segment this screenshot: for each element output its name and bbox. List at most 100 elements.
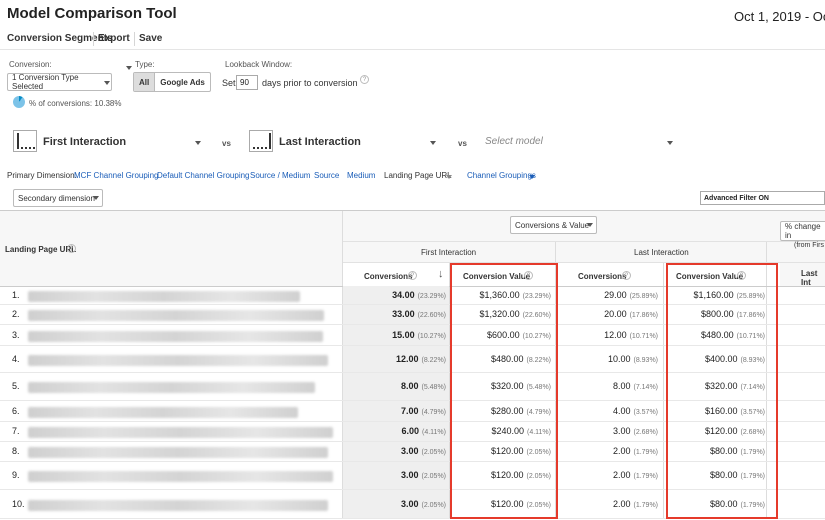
blurred-landing-url[interactable]: [28, 354, 328, 366]
group-last-interaction-short: Last Int: [801, 269, 818, 287]
blurred-landing-url[interactable]: [28, 427, 333, 438]
channel-groupings-caret-icon[interactable]: [529, 175, 535, 179]
change-select-label: % change in: [785, 222, 821, 240]
last-conversions-cell: 20.00 (17.86%): [604, 309, 658, 319]
last-interaction-model-icon: [249, 130, 273, 152]
primary-dimension-label: Primary Dimension:: [7, 171, 77, 180]
conversion-segments-button[interactable]: Conversion Segments: [7, 33, 113, 44]
first-conversions-cell: 12.00 (8.22%): [395, 353, 446, 364]
type-label: Type:: [135, 60, 155, 69]
first-interaction-model-icon: [13, 130, 37, 152]
last-conversions-cell: 2.00 (1.79%): [612, 498, 658, 509]
date-range-selector[interactable]: Oct 1, 2019 - Oct: [734, 9, 825, 24]
last-conversions-cell: 3.00 (2.68%): [612, 426, 658, 436]
save-button[interactable]: Save: [139, 33, 162, 44]
dim-source-medium[interactable]: Source / Medium: [250, 171, 310, 180]
group-first-interaction: First Interaction: [421, 248, 477, 257]
dim-source[interactable]: Source: [314, 171, 339, 180]
last-conversions-cell: 29.00 (25.89%): [604, 289, 658, 300]
conversion-type-select[interactable]: 1 Conversion Type Selected: [7, 73, 112, 91]
row-index: 9.: [12, 470, 20, 480]
last-conversions-cell: 4.00 (3.57%): [612, 405, 658, 416]
row-index: 7.: [12, 426, 20, 436]
advanced-filter-indicator[interactable]: Advanced Filter ON: [700, 191, 825, 205]
first-conversions-cell: 3.00 (2.05%): [400, 498, 446, 509]
type-google-ads-button[interactable]: Google Ads: [155, 73, 210, 91]
blurred-landing-url[interactable]: [28, 499, 328, 511]
first-conversions-cell: 7.00 (4.79%): [400, 405, 446, 416]
last-conversions-cell: 8.00 (7.14%): [612, 381, 658, 391]
first-conversions-cell: 3.00 (2.05%): [400, 446, 446, 456]
landing-dim-caret-icon[interactable]: [446, 175, 452, 179]
first-model-caret-icon[interactable]: [195, 141, 201, 145]
third-model-caret-icon[interactable]: [667, 141, 673, 145]
toolbar: Conversion Segments Export Save: [0, 29, 825, 70]
page-title: Model Comparison Tool: [7, 5, 177, 22]
last-value-highlight: [666, 263, 778, 519]
first-conversions-cell: 34.00 (23.29%): [392, 289, 446, 300]
lookback-set-label: Set: [222, 78, 236, 88]
row-index: 6.: [12, 405, 20, 416]
export-button[interactable]: Export: [98, 33, 130, 44]
group-last-interaction: Last Interaction: [634, 248, 689, 257]
dim-default-channel-grouping[interactable]: Default Channel Grouping: [157, 171, 250, 180]
sort-desc-icon[interactable]: ↓: [438, 268, 444, 280]
col-last-conversions[interactable]: Conversions: [578, 272, 626, 281]
blurred-landing-url[interactable]: [28, 382, 315, 393]
lookback-help-icon[interactable]: ?: [360, 75, 369, 84]
blurred-landing-url[interactable]: [28, 406, 298, 418]
first-conv-help-icon[interactable]: ?: [408, 271, 417, 280]
first-conversions-cell: 15.00 (10.27%): [392, 329, 446, 340]
last-conversions-cell: 2.00 (1.79%): [612, 446, 658, 456]
row-index: 5.: [12, 381, 20, 391]
last-conv-help-icon[interactable]: ?: [622, 271, 631, 280]
col-landing-page-url[interactable]: Landing Page URL: [5, 245, 76, 254]
secondary-dimension-label: Secondary dimension: [18, 193, 95, 203]
row-index: 10.: [12, 498, 25, 509]
vs-label-2: vs: [458, 139, 467, 148]
dim-medium[interactable]: Medium: [347, 171, 375, 180]
conversion-type-value: 1 Conversion Type Selected: [12, 73, 79, 91]
col-first-conversions[interactable]: Conversions: [364, 272, 412, 281]
landing-help-icon[interactable]: ?: [67, 244, 76, 253]
secondary-caret-icon: [93, 196, 99, 200]
lookback-days-input[interactable]: 90: [236, 75, 258, 90]
lookback-label: Lookback Window:: [225, 60, 293, 69]
type-all-button[interactable]: All: [134, 73, 156, 91]
last-conversions-cell: 2.00 (1.79%): [612, 470, 658, 480]
pct-conversions: % of conversions: 10.38%: [29, 99, 122, 108]
change-select[interactable]: % change in: [780, 221, 825, 241]
row-index: 4.: [12, 353, 20, 364]
dim-landing-page-url[interactable]: Landing Page URL: [384, 171, 452, 180]
first-conversions-cell: 6.00 (4.11%): [401, 426, 446, 436]
blurred-landing-url[interactable]: [28, 447, 328, 458]
conversion-caret-icon: [104, 81, 110, 85]
metric-select[interactable]: Conversions & Value: [510, 216, 597, 234]
dim-channel-groupings[interactable]: Channel Groupings: [467, 171, 536, 180]
first-model-name[interactable]: First Interaction: [43, 136, 126, 148]
conversion-share-pie-icon: [13, 96, 25, 108]
last-model-name[interactable]: Last Interaction: [279, 136, 361, 148]
change-sub-label: (from Firs: [794, 242, 824, 249]
row-index: 3.: [12, 329, 20, 340]
first-value-highlight: [450, 263, 558, 519]
dim-mcf-channel-grouping[interactable]: MCF Channel Grouping: [74, 171, 158, 180]
secondary-dimension-select[interactable]: Secondary dimension: [13, 189, 103, 207]
select-model-placeholder[interactable]: Select model: [485, 136, 543, 147]
first-conversions-cell: 33.00 (22.60%): [392, 309, 446, 319]
row-index: 2.: [12, 309, 20, 319]
metric-select-label: Conversions & Value: [515, 220, 590, 230]
blurred-landing-url[interactable]: [28, 471, 333, 482]
blurred-landing-url[interactable]: [28, 330, 323, 342]
first-conversions-cell: 3.00 (2.05%): [400, 470, 446, 480]
conversion-label: Conversion:: [9, 60, 52, 69]
first-conversions-cell: 8.00 (5.48%): [400, 381, 446, 391]
last-model-caret-icon[interactable]: [430, 141, 436, 145]
type-toggle: All Google Ads: [133, 72, 211, 92]
metric-caret-icon: [587, 223, 593, 227]
last-conversions-cell: 12.00 (10.71%): [604, 329, 658, 340]
lookback-suffix: days prior to conversion: [262, 78, 358, 88]
blurred-landing-url[interactable]: [28, 310, 324, 321]
blurred-landing-url[interactable]: [28, 290, 300, 302]
row-index: 8.: [12, 446, 20, 456]
